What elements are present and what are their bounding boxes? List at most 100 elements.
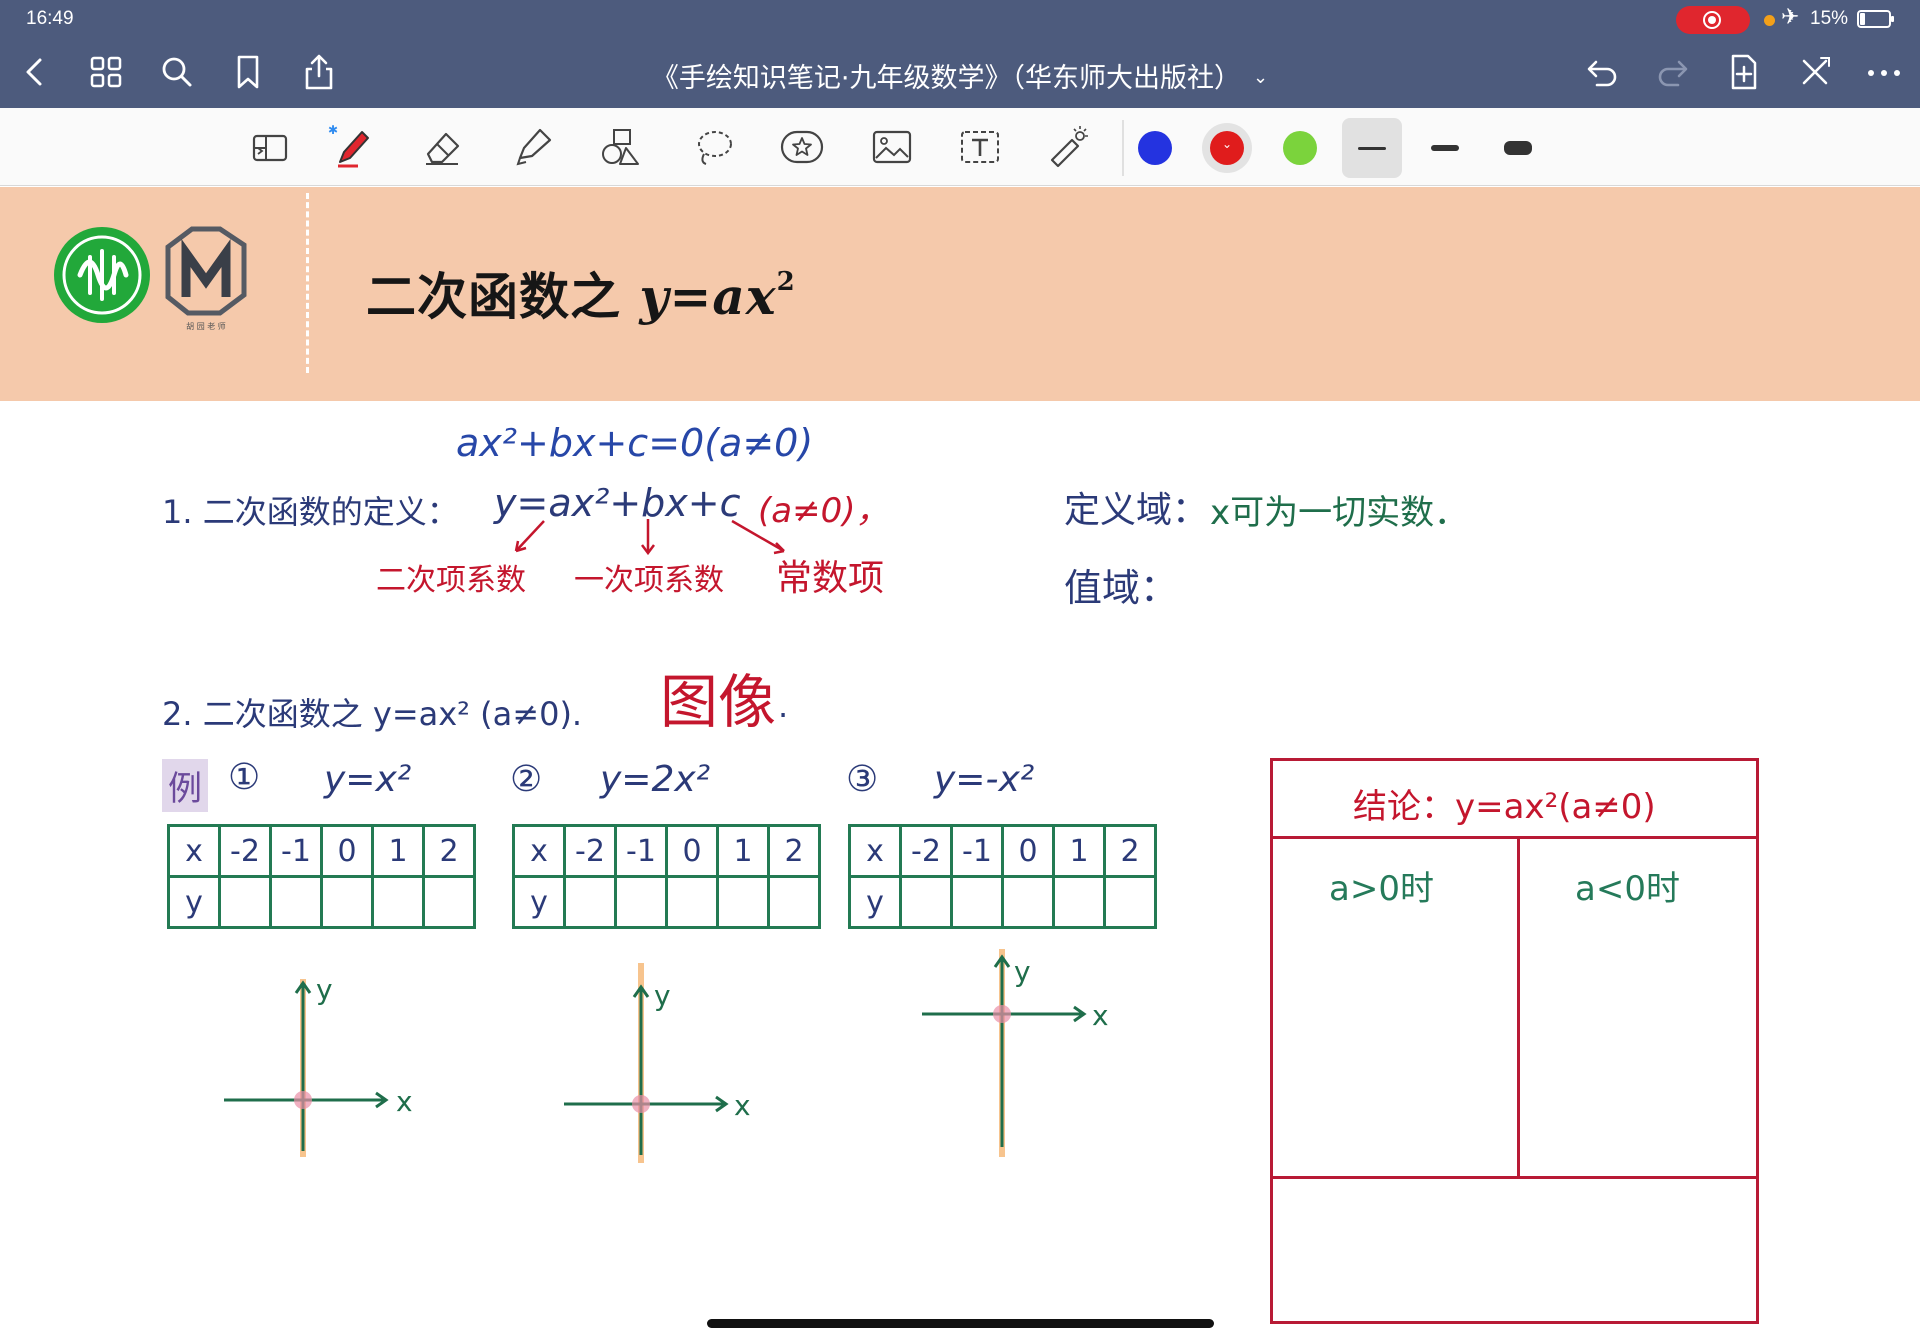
table-cell: -1 <box>950 824 1004 878</box>
table-row-y: y <box>167 875 476 929</box>
table-cell-empty[interactable] <box>767 875 821 929</box>
title-formula: y=ax <box>639 267 777 326</box>
example-1-table: x -2 -1 0 1 2 y <box>167 824 476 929</box>
example-3-axes: y x <box>922 949 1109 1157</box>
table-cell-empty[interactable] <box>1103 875 1157 929</box>
domain-label: 定义域： <box>1064 490 1209 531</box>
text-icon[interactable] <box>956 124 1004 170</box>
title-chevron-icon[interactable]: ⌄ <box>1253 67 1268 88</box>
conclusion-box: 结论：y=ax²(a≠0) a>0时 a<0时 <box>1270 758 1759 1324</box>
title-exponent: 2 <box>776 267 796 297</box>
section2-heading: 2. 二次函数之 y=ax² (a≠0). <box>162 695 583 733</box>
table-cell-empty[interactable] <box>665 875 719 929</box>
thickness-medium-button[interactable] <box>1415 118 1475 178</box>
eraser-icon[interactable] <box>418 124 466 170</box>
coefficient-linear-label: 一次项系数 <box>574 563 724 598</box>
table-row-x: x -2 -1 0 1 2 <box>167 824 476 878</box>
image-icon[interactable] <box>868 124 916 170</box>
table-cell: 0 <box>320 824 374 878</box>
undo-icon[interactable] <box>1582 52 1622 92</box>
x-axis-label: x <box>1092 999 1109 1032</box>
table-cell: 1 <box>716 824 770 878</box>
page-layout-icon[interactable] <box>246 124 294 170</box>
table-cell-empty[interactable] <box>1052 875 1106 929</box>
home-indicator[interactable] <box>707 1319 1214 1328</box>
table-cell: -2 <box>563 824 617 878</box>
table-cell-empty[interactable] <box>1001 875 1055 929</box>
screen-recording-indicator[interactable] <box>1676 6 1750 34</box>
example-2-number: ② <box>510 759 543 800</box>
shapes-icon[interactable] <box>598 124 646 170</box>
table-header-y: y <box>167 875 221 929</box>
redo-icon[interactable] <box>1653 52 1693 92</box>
example-2-function: y=2x² <box>600 759 711 800</box>
table-cell: 1 <box>1052 824 1106 878</box>
table-header-y: y <box>848 875 902 929</box>
add-page-icon[interactable] <box>1724 52 1764 92</box>
table-cell-empty[interactable] <box>899 875 953 929</box>
table-cell: 0 <box>1001 824 1055 878</box>
example-1-function: y=x² <box>324 759 412 800</box>
drawing-toolbar: ✱ ⌄ <box>0 108 1920 186</box>
title-text: 二次函数之 <box>366 267 640 326</box>
example-3-function: y=-x² <box>934 759 1035 800</box>
lasso-icon[interactable] <box>690 124 738 170</box>
battery-percent: 15% <box>1810 8 1849 29</box>
definition-label: 1. 二次函数的定义： <box>162 493 459 531</box>
svg-text:胡 园 老 师: 胡 园 老 师 <box>186 321 226 331</box>
sticker-icon[interactable] <box>778 124 826 170</box>
origin-marker <box>632 1095 650 1113</box>
table-cell: -1 <box>269 824 323 878</box>
example-label: 例 <box>162 759 208 812</box>
table-row-x: x -2 -1 0 1 2 <box>848 824 1157 878</box>
table-cell-empty[interactable] <box>371 875 425 929</box>
constant-term-label: 常数项 <box>776 558 885 599</box>
status-time: 16:49 <box>26 8 74 29</box>
table-row-y: y <box>848 875 1157 929</box>
thickness-thick-button[interactable] <box>1488 118 1548 178</box>
m-logo-icon: 胡 园 老 师 <box>158 225 254 333</box>
example-1-axes: y x <box>224 973 413 1157</box>
table-cell-empty[interactable] <box>563 875 617 929</box>
highlighter-icon[interactable] <box>508 124 556 170</box>
table-cell-empty[interactable] <box>218 875 272 929</box>
table-cell-empty[interactable] <box>320 875 374 929</box>
green-logo-icon <box>54 227 150 323</box>
table-cell: 1 <box>371 824 425 878</box>
table-row-x: x -2 -1 0 1 2 <box>512 824 821 878</box>
conclusion-row-divider <box>1273 1176 1756 1179</box>
table-cell: 2 <box>1103 824 1157 878</box>
example-2-table: x -2 -1 0 1 2 y <box>512 824 821 929</box>
chevron-down-icon: ⌄ <box>1221 137 1233 151</box>
page-title: 二次函数之 y=ax2 <box>366 257 796 329</box>
table-cell-empty[interactable] <box>614 875 668 929</box>
table-header-x: x <box>167 824 221 878</box>
range-label: 值域： <box>1064 566 1179 610</box>
color-blue-swatch[interactable] <box>1138 131 1172 165</box>
pen-icon[interactable]: ✱ <box>328 123 376 170</box>
more-icon[interactable] <box>1864 52 1904 92</box>
table-cell-empty[interactable] <box>269 875 323 929</box>
table-cell: 2 <box>422 824 476 878</box>
conclusion-column-divider <box>1517 839 1520 1176</box>
laser-pointer-icon[interactable] <box>1044 124 1092 170</box>
svg-text:✱: ✱ <box>328 124 338 137</box>
section2-dot: . <box>778 687 789 725</box>
conclusion-a-positive: a>0时 <box>1329 869 1434 909</box>
example-3-number: ③ <box>846 759 879 800</box>
x-axis-label: x <box>734 1089 751 1122</box>
table-cell: 2 <box>767 824 821 878</box>
thickness-thin-button[interactable] <box>1342 118 1402 178</box>
close-icon[interactable] <box>1795 52 1835 92</box>
table-cell-empty[interactable] <box>422 875 476 929</box>
table-cell-empty[interactable] <box>716 875 770 929</box>
battery-icon <box>1857 10 1894 28</box>
document-title[interactable]: 《手绘知识笔记·九年级数学》（华东师大出版社） ⌄ <box>0 56 1920 95</box>
table-header-y: y <box>512 875 566 929</box>
table-header-x: x <box>512 824 566 878</box>
example-1-number: ① <box>228 757 261 798</box>
note-page[interactable]: 胡 园 老 师 二次函数之 y=ax2 ax²+bx+c=0(a≠0) 1. 二… <box>0 187 1920 1342</box>
color-red-swatch-selected[interactable]: ⌄ <box>1202 123 1252 173</box>
table-cell-empty[interactable] <box>950 875 1004 929</box>
color-green-swatch[interactable] <box>1283 131 1317 165</box>
